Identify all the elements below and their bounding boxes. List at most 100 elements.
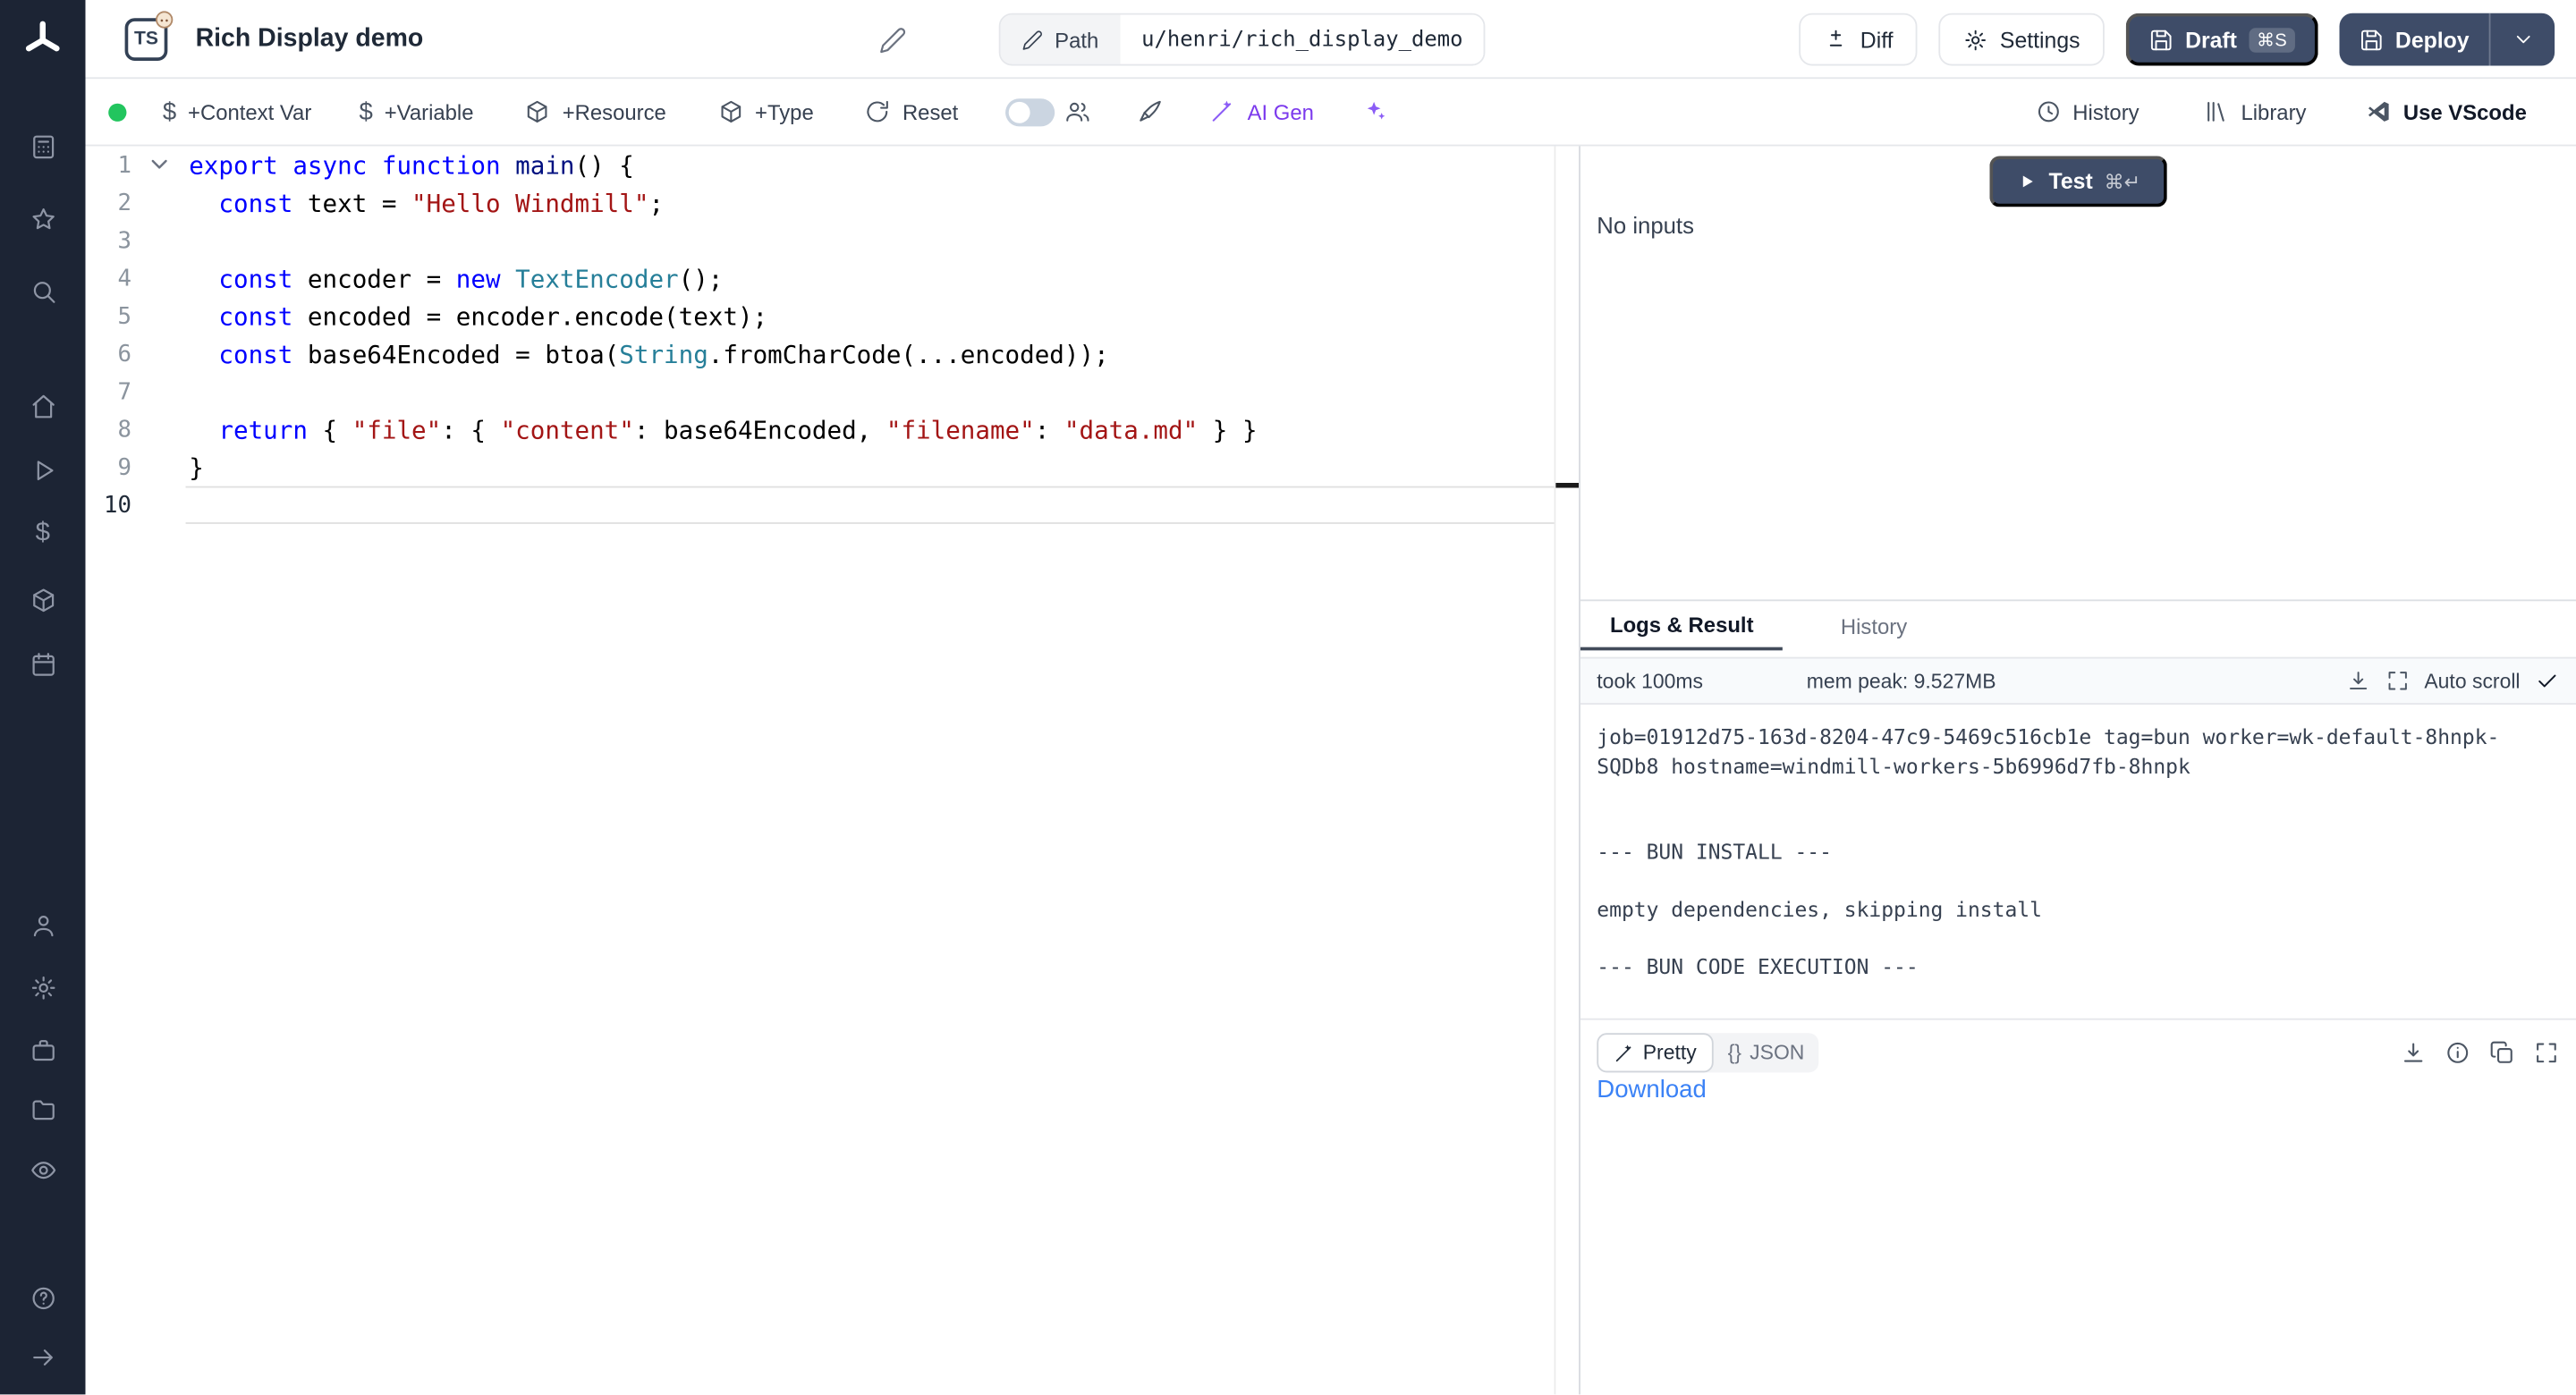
add-resource-label: +Resource <box>563 99 666 124</box>
ai-gen-label: AI Gen <box>1248 99 1314 124</box>
cube-icon[interactable] <box>28 585 57 614</box>
diff-button[interactable]: Diff <box>1800 13 1918 66</box>
deploy-dropdown-button[interactable] <box>2489 13 2555 66</box>
line-number[interactable]: 1 <box>86 152 131 178</box>
search-icon[interactable] <box>28 276 57 306</box>
folder-icon[interactable] <box>28 1094 57 1123</box>
play-icon <box>2016 171 2038 192</box>
code-line[interactable]: 1export async function main() { <box>86 146 1555 183</box>
line-number[interactable]: 9 <box>86 454 131 480</box>
copy-icon[interactable] <box>2489 1040 2515 1066</box>
result-splitter[interactable] <box>1580 1019 2576 1020</box>
calendar-icon[interactable] <box>28 649 57 679</box>
line-number[interactable]: 6 <box>86 341 131 367</box>
line-number[interactable]: 7 <box>86 378 131 404</box>
star-icon[interactable] <box>28 204 57 233</box>
code-text: const text = "Hello Windmill"; <box>189 188 664 217</box>
topbar: TS Rich Display demo Path u/henri/rich_d… <box>86 0 2576 79</box>
download-result-link[interactable]: Download <box>1597 1076 1707 1103</box>
tab-history[interactable]: History <box>1811 601 1936 650</box>
add-type-button[interactable]: +Type <box>717 98 814 124</box>
dollar-icon: $ <box>163 97 176 125</box>
fold-chevron-icon[interactable] <box>146 151 172 177</box>
windmill-app: $ TS Rich Display demo <box>0 0 2576 1394</box>
expand-icon[interactable] <box>2385 669 2410 694</box>
deploy-button-group: Deploy <box>2339 13 2555 66</box>
line-number[interactable]: 3 <box>86 227 131 253</box>
test-shortcut: ⌘↵ <box>2105 170 2141 193</box>
wand-icon <box>1614 1042 1635 1063</box>
line-number[interactable]: 4 <box>86 266 131 292</box>
edit-summary-icon[interactable] <box>879 26 907 54</box>
play-icon[interactable] <box>28 455 57 485</box>
ai-gen-button[interactable]: AI Gen <box>1209 98 1314 124</box>
code-line[interactable]: 7 <box>86 373 1555 410</box>
home-icon[interactable] <box>28 391 57 420</box>
code-line[interactable]: 2 const text = "Hello Windmill"; <box>86 184 1555 222</box>
multiplayer-toggle[interactable] <box>1006 97 1055 125</box>
json-view-button[interactable]: {} JSON <box>1713 1033 1819 1072</box>
arrow-right-icon[interactable] <box>28 1342 57 1372</box>
result-toolbar: Pretty {} JSON <box>1597 1031 2559 1074</box>
code-line[interactable]: 3 <box>86 222 1555 259</box>
expand-icon[interactable] <box>2533 1040 2559 1066</box>
code-lines: 1export async function main() {2 const t… <box>86 146 1555 523</box>
use-vscode-button[interactable]: Use VScode <box>2366 98 2527 124</box>
result-tabs: Logs & Result History <box>1580 601 2576 650</box>
code-line[interactable]: 6 const base64Encoded = btoa(String.from… <box>86 335 1555 373</box>
reset-button[interactable]: Reset <box>865 98 959 124</box>
test-button[interactable]: Test ⌘↵ <box>1989 156 2166 207</box>
history-button[interactable]: History <box>2035 98 2140 124</box>
check-icon[interactable] <box>2535 669 2560 694</box>
line-number[interactable]: 5 <box>86 303 131 329</box>
line-number[interactable]: 10 <box>86 492 131 518</box>
draft-button[interactable]: Draft ⌘S <box>2126 13 2318 66</box>
add-variable-button[interactable]: $ +Variable <box>360 97 474 125</box>
save-icon <box>2149 27 2174 52</box>
overview-ruler[interactable] <box>1555 146 1580 1394</box>
code-line[interactable]: 4 const encoder = new TextEncoder(); <box>86 259 1555 297</box>
add-resource-button[interactable]: +Resource <box>524 98 665 124</box>
deploy-button[interactable]: Deploy <box>2339 13 2488 66</box>
info-icon[interactable] <box>2445 1040 2470 1066</box>
line-number[interactable]: 2 <box>86 190 131 216</box>
run-duration: took 100ms <box>1597 669 1703 692</box>
collaborators-icon[interactable] <box>1065 98 1091 124</box>
deploy-button-label: Deploy <box>2395 27 2470 52</box>
sparkles-icon[interactable] <box>1361 98 1387 124</box>
windmill-logo-icon[interactable] <box>21 18 65 71</box>
diff-icon <box>1824 27 1849 52</box>
pretty-view-label: Pretty <box>1643 1041 1697 1064</box>
code-line[interactable]: 10 <box>86 486 1555 524</box>
code-line[interactable]: 5 const encoded = encoder.encode(text); <box>86 297 1555 334</box>
dollar-icon[interactable]: $ <box>28 519 57 548</box>
logs-text[interactable]: job=01912d75-163d-8204-47c9-5469c516cb1e… <box>1597 723 2541 981</box>
download-icon[interactable] <box>2345 669 2370 694</box>
settings-button[interactable]: Settings <box>1939 13 2105 66</box>
code-text: } <box>189 452 204 482</box>
gear-icon[interactable] <box>28 972 57 1002</box>
path-button[interactable]: Path <box>1001 15 1121 64</box>
tab-logs-result[interactable]: Logs & Result <box>1580 601 1784 650</box>
user-icon[interactable] <box>28 910 57 940</box>
line-number[interactable]: 8 <box>86 417 131 443</box>
draft-button-label: Draft <box>2185 27 2237 52</box>
add-context-var-button[interactable]: $ +Context Var <box>163 97 311 125</box>
clock-icon <box>2035 98 2061 124</box>
pretty-view-button[interactable]: Pretty <box>1597 1033 1713 1072</box>
library-button[interactable]: Library <box>2203 98 2306 124</box>
download-icon[interactable] <box>2400 1040 2426 1066</box>
format-icon[interactable] <box>1138 98 1164 124</box>
code-line[interactable]: 9} <box>86 448 1555 486</box>
path-value[interactable]: u/henri/rich_display_demo <box>1120 15 1484 64</box>
code-text: return { "file": { "content": base64Enco… <box>189 415 1257 444</box>
eye-icon[interactable] <box>28 1154 57 1184</box>
briefcase-icon[interactable] <box>28 1035 57 1064</box>
calculator-icon[interactable] <box>28 131 57 161</box>
path-button-label: Path <box>1055 27 1098 52</box>
help-icon[interactable] <box>28 1282 57 1312</box>
wand-icon <box>1209 98 1235 124</box>
code-line[interactable]: 8 return { "file": { "content": base64En… <box>86 410 1555 448</box>
draft-shortcut: ⌘S <box>2249 27 2295 52</box>
code-editor[interactable]: 1export async function main() {2 const t… <box>86 146 1555 1394</box>
